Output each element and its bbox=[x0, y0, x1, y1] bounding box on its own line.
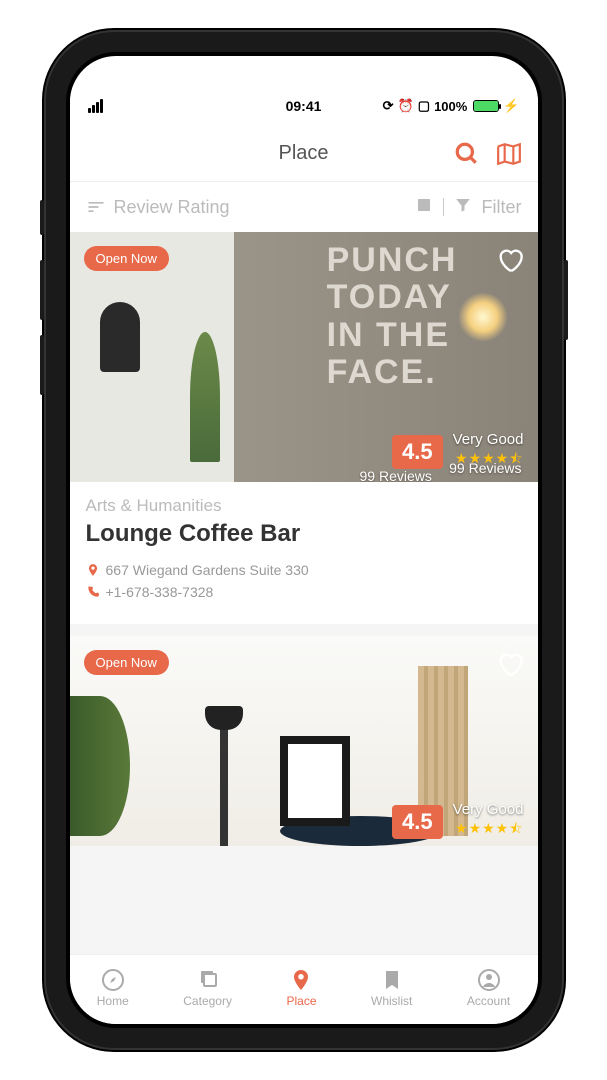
filter-label[interactable]: Filter bbox=[482, 197, 522, 218]
rating-block: 4.5 Very Good ★★★★⯪ bbox=[392, 801, 523, 842]
review-count: 99 Reviews bbox=[360, 468, 432, 482]
sort-label: Review Rating bbox=[114, 197, 230, 218]
rotation-lock-icon: ⟳ bbox=[383, 98, 394, 114]
review-count: 99 Reviews bbox=[449, 460, 521, 476]
nav-label: Category bbox=[183, 994, 232, 1008]
filter-icon[interactable] bbox=[454, 196, 472, 219]
status-time: 09:41 bbox=[286, 98, 322, 114]
sort-icon bbox=[86, 197, 106, 217]
alarm-icon: ⏰ bbox=[398, 98, 414, 114]
nav-label: Home bbox=[97, 994, 129, 1008]
nav-wishlist[interactable]: Whislist bbox=[371, 968, 412, 1008]
location-pin-icon bbox=[86, 563, 100, 577]
phone-icon bbox=[86, 585, 100, 599]
place-address: 667 Wiegand Gardens Suite 330 bbox=[106, 562, 309, 578]
rating-score: 4.5 bbox=[392, 805, 443, 839]
bottom-nav: Home Category Place Whislist Account bbox=[70, 954, 538, 1024]
place-image: Open Now 4.5 Very Good ★★★★⯪ bbox=[70, 636, 538, 846]
nav-place[interactable]: Place bbox=[286, 968, 316, 1008]
divider bbox=[443, 198, 444, 216]
nav-home[interactable]: Home bbox=[97, 968, 129, 1008]
app-header: Place bbox=[70, 126, 538, 182]
location-pin-icon bbox=[289, 968, 313, 992]
place-card[interactable]: Open Now 4.5 Very Good ★★★★⯪ bbox=[70, 636, 538, 846]
bookmark-icon bbox=[380, 968, 404, 992]
battery-icon bbox=[473, 100, 499, 112]
phone-frame: 09:41 ⟳ ⏰ ▢ 100% ⚡ Place bbox=[44, 30, 564, 1050]
place-address-row: 667 Wiegand Gardens Suite 330 bbox=[86, 562, 522, 578]
place-category: Arts & Humanities bbox=[86, 496, 522, 516]
status-bar: 09:41 ⟳ ⏰ ▢ 100% ⚡ bbox=[70, 86, 538, 126]
place-title: Lounge Coffee Bar bbox=[86, 520, 522, 548]
favorite-icon[interactable] bbox=[496, 246, 524, 279]
signal-icon bbox=[88, 99, 103, 113]
place-image: Open Now 4.5 Very Good ★★★★⯪ 99 bbox=[70, 232, 538, 482]
place-phone-row: +1-678-338-7328 bbox=[86, 584, 522, 600]
sort-button[interactable]: Review Rating bbox=[86, 197, 230, 218]
star-rating: ★★★★⯪ bbox=[453, 818, 524, 842]
rating-label: Very Good bbox=[453, 431, 524, 448]
sort-filter-bar: Review Rating Filter bbox=[70, 182, 538, 232]
nav-account[interactable]: Account bbox=[467, 968, 510, 1008]
rating-score: 4.5 bbox=[392, 435, 443, 469]
rating-label: Very Good bbox=[453, 801, 524, 818]
place-phone: +1-678-338-7328 bbox=[106, 584, 214, 600]
charging-icon: ⚡ bbox=[503, 98, 519, 114]
place-card[interactable]: Open Now 4.5 Very Good ★★★★⯪ 99 bbox=[70, 232, 538, 624]
user-icon bbox=[477, 968, 501, 992]
place-list[interactable]: Open Now 4.5 Very Good ★★★★⯪ 99 bbox=[70, 232, 538, 954]
page-title: Place bbox=[278, 142, 328, 165]
favorite-icon[interactable] bbox=[496, 650, 524, 683]
search-icon[interactable] bbox=[454, 141, 480, 167]
battery-percent: 100% bbox=[434, 99, 467, 114]
nav-label: Whislist bbox=[371, 994, 412, 1008]
open-now-badge: Open Now bbox=[84, 650, 169, 675]
compass-icon bbox=[101, 968, 125, 992]
layers-icon bbox=[196, 968, 220, 992]
nav-label: Place bbox=[286, 994, 316, 1008]
nav-label: Account bbox=[467, 994, 510, 1008]
nav-category[interactable]: Category bbox=[183, 968, 232, 1008]
open-now-badge: Open Now bbox=[84, 246, 169, 271]
airplay-icon: ▢ bbox=[418, 98, 430, 114]
map-icon[interactable] bbox=[496, 141, 522, 167]
grid-view-icon[interactable] bbox=[415, 196, 433, 219]
